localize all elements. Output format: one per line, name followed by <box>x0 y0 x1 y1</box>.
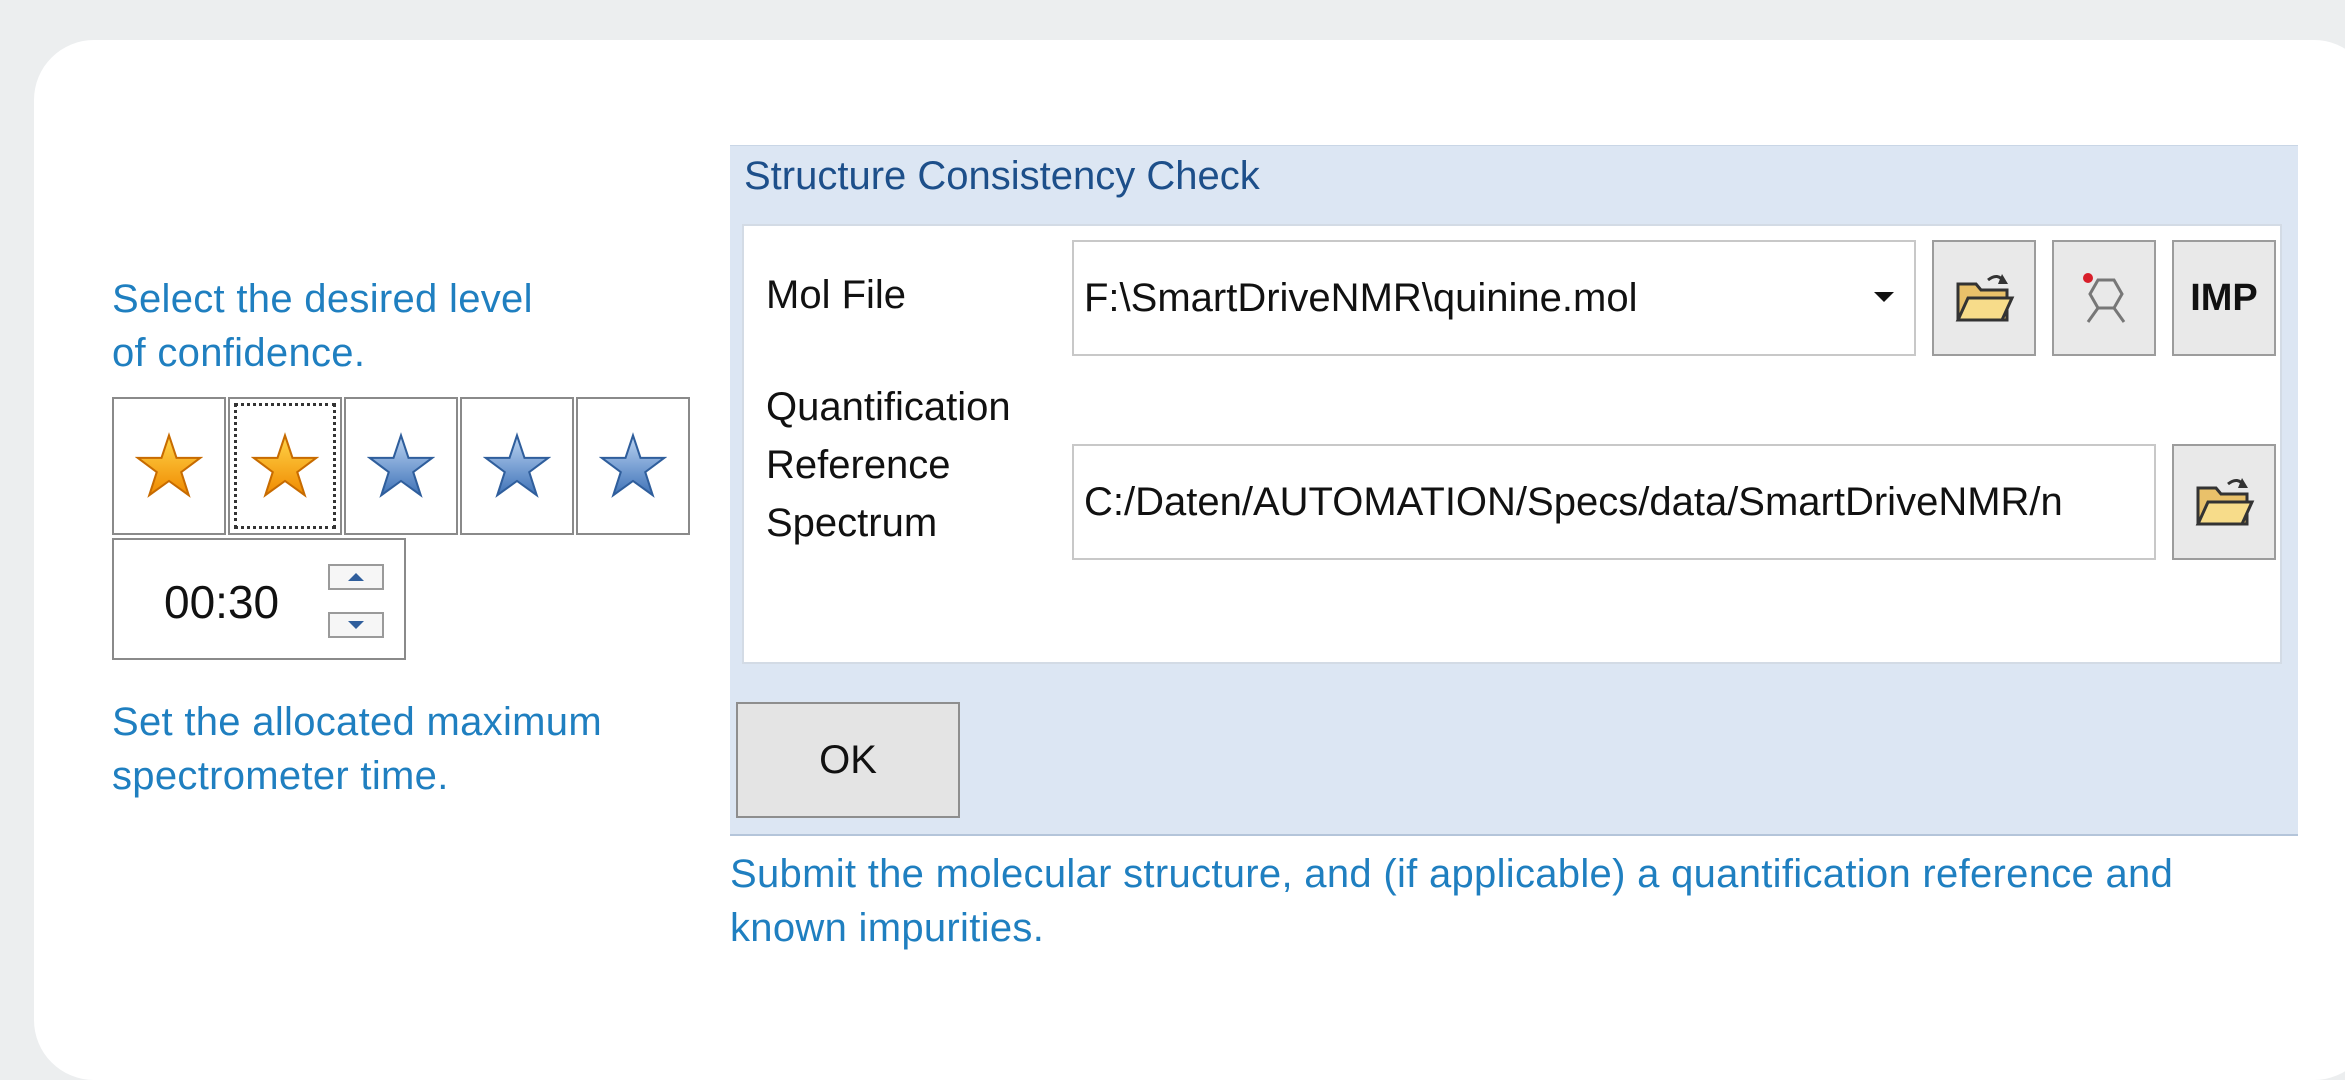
folder-open-icon <box>2195 478 2255 526</box>
reference-spectrum-field[interactable]: C:/Daten/AUTOMATION/Specs/data/SmartDriv… <box>1072 444 2156 560</box>
dialog-title: Structure Consistency Check <box>744 154 1260 198</box>
time-value[interactable]: 00:30 <box>164 575 279 629</box>
folder-open-icon <box>1955 274 2015 322</box>
spin-down-button[interactable] <box>328 612 384 638</box>
star-icon <box>251 432 319 498</box>
mol-file-dropdown[interactable]: F:\SmartDriveNMR\quinine.mol <box>1072 240 1916 356</box>
spin-up-button[interactable] <box>328 564 384 590</box>
molecule-editor-icon <box>2083 273 2126 323</box>
star-5-button[interactable] <box>576 397 690 535</box>
triangle-up-icon <box>348 573 364 581</box>
imp-label: IMP <box>2190 276 2258 319</box>
submit-caption: Submit the molecular structure, and (if … <box>730 852 2174 950</box>
imp-button[interactable]: IMP <box>2172 240 2276 356</box>
star-icon <box>135 432 203 498</box>
ok-button[interactable]: OK <box>736 702 960 818</box>
ok-label: OK <box>819 737 877 782</box>
time-caption: Set the allocated maximum spectrometer t… <box>112 700 602 798</box>
star-4-button[interactable] <box>460 397 574 535</box>
star-icon <box>367 432 435 498</box>
star-1-button[interactable] <box>112 397 226 535</box>
star-2-button[interactable] <box>228 397 342 535</box>
time-spinner[interactable]: 00:30 <box>112 538 406 660</box>
mol-file-label: Mol File <box>766 273 907 317</box>
confidence-caption: Select the desired level of confidence. <box>112 277 533 375</box>
reference-open-button[interactable] <box>2172 444 2276 560</box>
reference-label: Quantification Reference Spectrum <box>766 385 1011 545</box>
triangle-down-icon <box>348 621 364 629</box>
structure-consistency-dialog: Structure Consistency Check Mol File F:\… <box>730 145 2298 836</box>
confidence-star-rating <box>112 397 692 535</box>
chevron-down-icon[interactable] <box>1874 292 1894 302</box>
mol-file-value: F:\SmartDriveNMR\quinine.mol <box>1084 275 1638 320</box>
star-3-button[interactable] <box>344 397 458 535</box>
star-icon <box>599 432 667 498</box>
mol-file-open-button[interactable] <box>1932 240 2036 356</box>
input-group: Mol File F:\SmartDriveNMR\quinine.mol IM… <box>742 224 2282 664</box>
reference-spectrum-value: C:/Daten/AUTOMATION/Specs/data/SmartDriv… <box>1084 479 2063 524</box>
molecule-editor-button[interactable] <box>2052 240 2156 356</box>
star-icon <box>483 432 551 498</box>
